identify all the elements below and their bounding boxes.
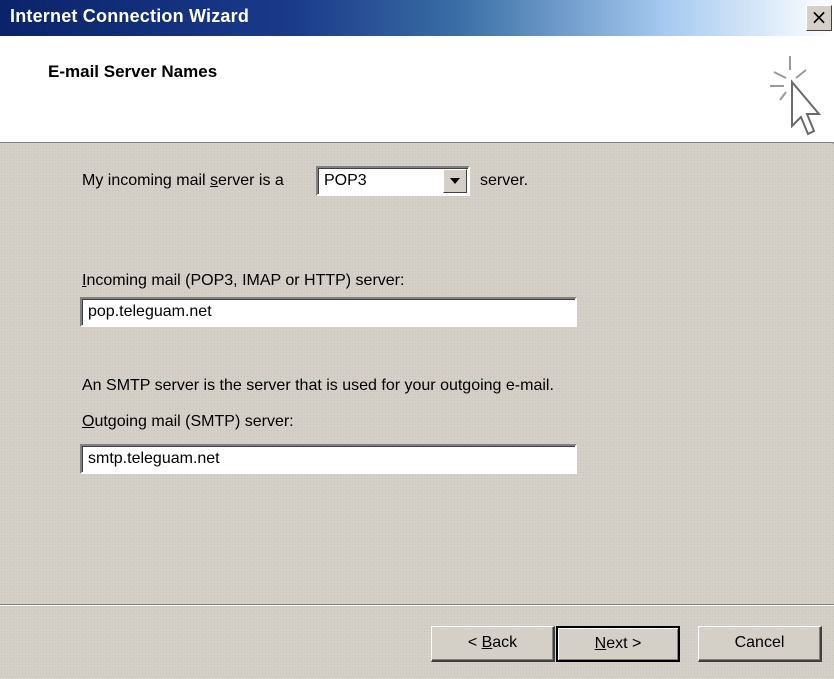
incoming-type-label: My incoming mail server is a — [82, 172, 284, 189]
chevron-down-icon[interactable] — [443, 169, 467, 193]
incoming-server-input[interactable]: pop.teleguam.net — [80, 297, 577, 327]
wizard-body — [0, 144, 834, 604]
close-button[interactable]: × — [806, 5, 832, 31]
next-button[interactable]: Next > — [556, 626, 680, 662]
cancel-button[interactable]: Cancel — [698, 626, 822, 662]
wizard-cursor-icon — [770, 56, 822, 136]
page-title: E-mail Server Names — [48, 62, 218, 81]
outgoing-server-input[interactable]: smtp.teleguam.net — [80, 444, 577, 474]
title-bar[interactable]: Internet Connection Wizard × — [0, 0, 834, 36]
smtp-note: An SMTP server is the server that is use… — [82, 377, 554, 394]
outgoing-server-label: Outgoing mail (SMTP) server: — [82, 413, 294, 430]
close-icon: × — [810, 5, 828, 29]
incoming-server-label: Incoming mail (POP3, IMAP or HTTP) serve… — [82, 272, 405, 289]
back-button[interactable]: < Back — [431, 626, 555, 662]
window-title: Internet Connection Wizard — [10, 6, 250, 26]
incoming-type-suffix: server. — [480, 172, 529, 189]
incoming-type-select[interactable]: POP3 — [316, 166, 470, 196]
wizard-header: E-mail Server Names — [0, 36, 834, 143]
incoming-type-value: POP3 — [324, 172, 367, 189]
wizard-window: Internet Connection Wizard × E-mail Serv… — [0, 0, 834, 679]
